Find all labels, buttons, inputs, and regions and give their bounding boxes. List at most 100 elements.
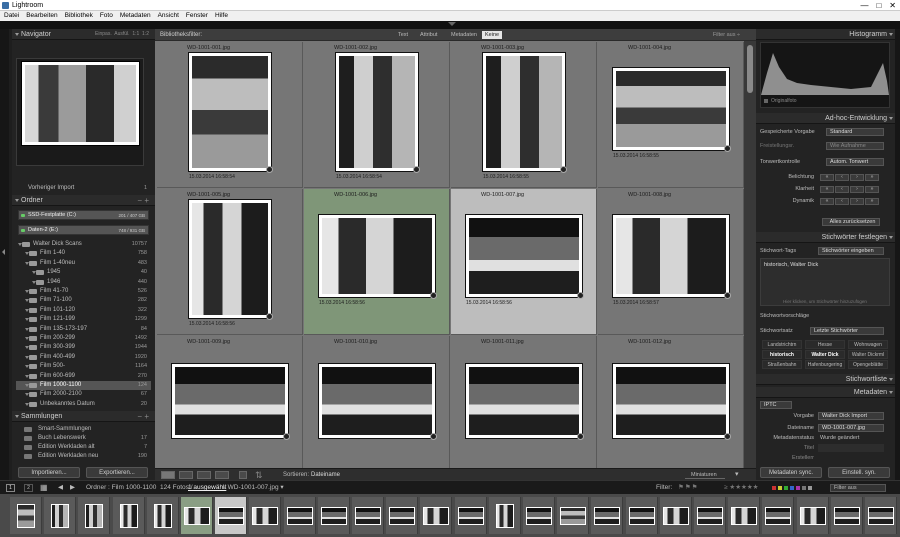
- folder-item[interactable]: Film 1-40neu 483: [16, 259, 151, 268]
- sync-metadata-button[interactable]: Metadaten sync.: [760, 467, 822, 478]
- grid-cell[interactable]: WD-1001-002.jpg 15.03.2014 16:58:54: [304, 42, 450, 188]
- keywording-header[interactable]: Stichwörter festlegen: [756, 232, 895, 243]
- zoom-1-1[interactable]: 1:1: [132, 31, 139, 37]
- zoom-fit[interactable]: Einpas.: [95, 31, 112, 37]
- keyword-tags-select[interactable]: Stichwörter eingeben: [818, 247, 884, 255]
- collection-item[interactable]: Edition Werkladen neu 190: [16, 452, 151, 461]
- add-collection-icon[interactable]: − +: [137, 411, 149, 422]
- grid-cell[interactable]: WD-1001-001.jpg 15.03.2014 16:58:54: [157, 42, 303, 188]
- filmstrip-item[interactable]: [44, 497, 77, 534]
- photo-thumbnail[interactable]: [318, 363, 436, 439]
- adjust-step-button[interactable]: ›: [850, 198, 864, 205]
- folder-item[interactable]: Film 600-699 270: [16, 372, 151, 381]
- keyword-set-item[interactable]: Straßenbahn: [762, 360, 802, 369]
- folder-item[interactable]: Film 135-173-197 84: [16, 325, 151, 334]
- folder-item[interactable]: Unbekanntes Datum 20: [16, 400, 151, 409]
- photo-thumbnail[interactable]: [612, 214, 730, 298]
- back-arrow-icon[interactable]: ◀: [58, 481, 63, 495]
- folder-item[interactable]: Film 1-40 758: [16, 249, 151, 258]
- catalog-previous-import[interactable]: Vorheriger Import 1: [16, 184, 151, 193]
- adjust-step-button[interactable]: ‹: [835, 174, 849, 181]
- collection-item[interactable]: Smart-Sammlungen: [16, 425, 151, 434]
- metadata-header[interactable]: Metadaten: [756, 387, 895, 398]
- filmstrip-item[interactable]: [865, 497, 897, 534]
- filmstrip-item[interactable]: [523, 497, 555, 534]
- adjust-step-button[interactable]: «: [820, 198, 834, 205]
- grid-cell[interactable]: WD-1001-012.jpg: [598, 336, 744, 482]
- filmstrip-item[interactable]: [181, 497, 213, 534]
- add-folder-icon[interactable]: − +: [137, 195, 149, 206]
- metadata-badge-icon[interactable]: [577, 292, 584, 299]
- metadata-badge-icon[interactable]: [283, 433, 290, 440]
- filmstrip-item[interactable]: [249, 497, 282, 534]
- menu-bearbeiten[interactable]: Bearbeiten: [26, 11, 57, 21]
- keyword-list-header[interactable]: Stichwortliste: [756, 374, 895, 385]
- grid-cell[interactable]: WD-1001-003.jpg 15.03.2014 16:58:55: [451, 42, 597, 188]
- filmstrip-item[interactable]: [591, 497, 624, 534]
- grid-cell[interactable]: WD-1001-008.jpg 15.03.2014 16:58:57: [598, 189, 744, 335]
- grid-cell[interactable]: WD-1001-011.jpg: [451, 336, 597, 482]
- import-button[interactable]: Importieren...: [18, 467, 80, 478]
- star-filter[interactable]: ≥ ★★★★★: [724, 481, 759, 495]
- grid-cell[interactable]: WD-1001-010.jpg: [304, 336, 450, 482]
- current-file[interactable]: / WD-1001-007.jpg ▾: [224, 481, 284, 495]
- adjust-step-button[interactable]: ›: [850, 186, 864, 193]
- filmstrip-item[interactable]: [557, 497, 590, 534]
- keyword-set-select[interactable]: Letzte Stichwörter: [810, 327, 884, 335]
- folder-item[interactable]: 1945 40: [16, 268, 151, 277]
- grid-cell[interactable]: WD-1001-007.jpg 15.03.2014 16:58:56: [451, 189, 597, 335]
- photo-thumbnail[interactable]: [318, 214, 436, 298]
- filter-tab-text[interactable]: Text: [395, 31, 411, 39]
- adjust-step-button[interactable]: »: [865, 174, 879, 181]
- folder-item[interactable]: Film 121-199 1299: [16, 315, 151, 324]
- filmstrip-item[interactable]: [78, 497, 111, 534]
- adjust-step-button[interactable]: ›: [850, 174, 864, 181]
- maximize-button[interactable]: □: [876, 1, 881, 10]
- grid-cell[interactable]: WD-1001-005.jpg 15.03.2014 16:58:56: [157, 189, 303, 335]
- filmstrip-item[interactable]: [215, 497, 248, 534]
- adjust-step-button[interactable]: «: [820, 186, 834, 193]
- photo-thumbnail[interactable]: [612, 67, 730, 151]
- minimize-button[interactable]: —: [860, 1, 868, 10]
- photo-thumbnail[interactable]: [171, 363, 289, 439]
- filmstrip-item[interactable]: [728, 497, 761, 534]
- metadata-badge-icon[interactable]: [266, 313, 273, 320]
- close-button[interactable]: ✕: [889, 1, 896, 10]
- keyword-set-item[interactable]: Hesse: [805, 340, 845, 349]
- flag-filters[interactable]: ⚑⚑⚑: [678, 481, 698, 495]
- thumbnail-size-slider[interactable]: [685, 478, 725, 479]
- loupe-view-button[interactable]: [179, 471, 193, 479]
- menu-fenster[interactable]: Fenster: [186, 11, 208, 21]
- histogram-graph[interactable]: Originalfoto: [760, 42, 890, 108]
- metadata-badge-icon[interactable]: [266, 166, 273, 173]
- adjust-step-button[interactable]: «: [820, 174, 834, 181]
- photo-thumbnail[interactable]: [335, 52, 419, 172]
- scrollbar-thumb[interactable]: [747, 45, 753, 93]
- page-1-button[interactable]: 1: [6, 484, 15, 492]
- grid-cell[interactable]: WD-1001-006.jpg 15.03.2014 16:58:56: [304, 189, 450, 335]
- keyword-set-item[interactable]: Wohnwagen: [848, 340, 888, 349]
- filmstrip-filter-select[interactable]: Filter aus: [830, 484, 886, 492]
- adjust-step-button[interactable]: »: [865, 186, 879, 193]
- photo-thumbnail[interactable]: [465, 214, 583, 298]
- export-button[interactable]: Exportieren...: [86, 467, 148, 478]
- page-2-button[interactable]: 2: [24, 484, 33, 492]
- metadata-view-select[interactable]: IPTC: [760, 401, 792, 409]
- photo-thumbnail[interactable]: [482, 52, 566, 172]
- folder-item[interactable]: Film 41-70 526: [16, 287, 151, 296]
- filmstrip-item[interactable]: [694, 497, 726, 534]
- metadata-badge-icon[interactable]: [560, 166, 567, 173]
- color-label-filter[interactable]: [772, 486, 812, 490]
- filmstrip-item[interactable]: [112, 497, 145, 534]
- sync-settings-button[interactable]: Einstell. syn.: [828, 467, 890, 478]
- right-panel-edge[interactable]: [895, 29, 900, 480]
- module-picker-collapsed[interactable]: [0, 21, 900, 29]
- metadata-badge-icon[interactable]: [724, 292, 731, 299]
- forward-arrow-icon[interactable]: ▶: [70, 481, 75, 495]
- collections-header[interactable]: Sammlungen − +: [12, 411, 155, 422]
- metadata-badge-icon[interactable]: [413, 166, 420, 173]
- metadata-badge-icon[interactable]: [430, 292, 437, 299]
- folder-item[interactable]: Film 2000-2100 67: [16, 390, 151, 399]
- grid-cell[interactable]: WD-1001-004.jpg 15.03.2014 16:58:55: [598, 42, 744, 188]
- metadata-preset-select[interactable]: Walter Dick Import: [818, 412, 884, 420]
